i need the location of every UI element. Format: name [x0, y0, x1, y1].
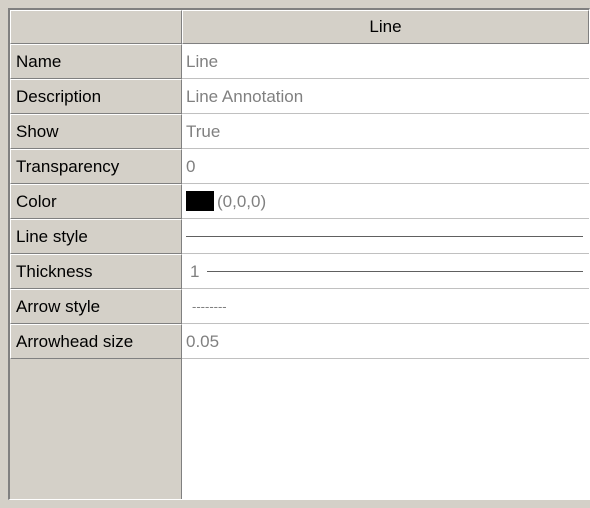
property-rows: Name Line Description Line Annotation Sh…	[10, 44, 589, 359]
property-row-name: Name Line	[10, 44, 589, 79]
property-value: 1	[190, 261, 200, 281]
arrow-style-preview: --------	[192, 298, 227, 314]
property-value: Line Annotation	[186, 86, 304, 106]
property-row-arrow-style: Arrow style --------	[10, 289, 589, 324]
arrowhead-size-value-field[interactable]: 0.05	[182, 324, 589, 359]
property-grid-body: Line Name Line Description Line Annotati…	[10, 10, 589, 499]
thickness-line-preview	[207, 270, 583, 272]
property-row-description: Description Line Annotation	[10, 79, 589, 114]
property-value: 0	[186, 156, 196, 176]
property-value: (0,0,0)	[217, 191, 267, 211]
property-row-transparency: Transparency 0	[10, 149, 589, 184]
thickness-value-field[interactable]: 1	[182, 254, 589, 289]
property-grid: Line Name Line Description Line Annotati…	[8, 8, 590, 500]
property-label: Color	[10, 184, 182, 219]
property-row-arrowhead-size: Arrowhead size 0.05	[10, 324, 589, 359]
header-corner	[10, 10, 182, 44]
property-row-show: Show True	[10, 114, 589, 149]
property-row-color: Color (0,0,0)	[10, 184, 589, 219]
property-value: 0.05	[186, 331, 220, 351]
property-value: Line	[186, 51, 219, 71]
color-swatch	[186, 191, 214, 211]
property-label: Description	[10, 79, 182, 114]
solid-line-preview	[186, 235, 583, 237]
property-row-line-style: Line style	[10, 219, 589, 254]
property-grid-header: Line	[10, 10, 589, 44]
name-value-field[interactable]: Line	[182, 44, 589, 79]
arrow-style-value-field[interactable]: --------	[182, 289, 589, 324]
line-style-value-field[interactable]	[182, 219, 589, 254]
object-title: Line	[182, 10, 589, 44]
property-value: True	[186, 121, 221, 141]
property-row-thickness: Thickness 1	[10, 254, 589, 289]
show-value-field[interactable]: True	[182, 114, 589, 149]
property-label: Transparency	[10, 149, 182, 184]
property-label: Arrow style	[10, 289, 182, 324]
transparency-value-field[interactable]: 0	[182, 149, 589, 184]
property-label: Show	[10, 114, 182, 149]
color-value-field[interactable]: (0,0,0)	[182, 184, 589, 219]
property-label: Line style	[10, 219, 182, 254]
description-value-field[interactable]: Line Annotation	[182, 79, 589, 114]
property-label: Thickness	[10, 254, 182, 289]
property-label: Arrowhead size	[10, 324, 182, 359]
property-label: Name	[10, 44, 182, 79]
